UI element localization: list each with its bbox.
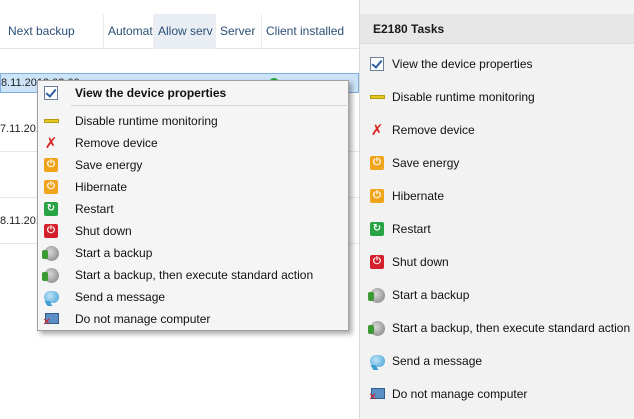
menu-item-label: Save energy [75,158,143,172]
task-remove-device[interactable]: ✗ Remove device [369,120,475,140]
power-red-icon: ⏻ [369,254,385,270]
power-orange-icon: ⏻ [369,188,385,204]
task-start-backup[interactable]: Start a backup [367,285,470,305]
no-manage-icon [43,311,59,328]
menu-item-send-message[interactable]: Send a message [38,286,348,308]
menu-item-remove-device[interactable]: ✗ Remove device [38,132,348,154]
yellow-bar-icon [369,89,385,105]
task-do-not-manage[interactable]: Do not manage computer [369,384,528,404]
menu-item-view-properties[interactable]: View the device properties [38,82,348,104]
task-view-properties[interactable]: View the device properties [369,54,533,74]
menu-item-do-not-manage[interactable]: Do not manage computer [38,308,348,330]
task-label: Start a backup [392,288,470,302]
task-save-energy[interactable]: ⏻ Save energy [369,153,459,173]
task-label: Hibernate [392,189,445,203]
task-label: Send a message [392,354,483,368]
menu-item-label: Start a backup, then execute standard ac… [75,268,314,282]
menu-item-save-energy[interactable]: ⏻ Save energy [38,154,348,176]
task-disable-monitoring[interactable]: Disable runtime monitoring [369,87,535,107]
menu-item-label: View the device properties [75,86,227,100]
column-allow-server[interactable]: Allow serv [154,14,216,49]
grid-header: Next backup Automat Allow serv Server Cl… [0,14,359,49]
checkbox-icon [43,85,59,101]
task-label: Save energy [392,156,460,170]
menu-item-label: Remove device [75,136,158,150]
menu-item-shut-down[interactable]: ⏻ Shut down [38,220,348,242]
task-label: Restart [392,222,431,236]
panel-title: E2180 Tasks [360,14,634,44]
task-hibernate[interactable]: ⏻ Hibernate [369,186,444,206]
menu-item-label: Restart [75,202,114,216]
task-label: Start a backup, then execute standard ac… [392,321,631,335]
menu-item-start-backup-then-action[interactable]: Start a backup, then execute standard ac… [38,264,348,286]
checkbox-icon [369,56,385,72]
restart-green-icon: ↻ [43,201,59,217]
menu-item-disable-monitoring[interactable]: Disable runtime monitoring [38,110,348,132]
message-icon [369,353,385,369]
column-automatic[interactable]: Automat [104,14,154,49]
menu-item-hibernate[interactable]: ⏻ Hibernate [38,176,348,198]
power-orange-icon: ⏻ [43,157,59,173]
power-orange-icon: ⏻ [43,179,59,195]
task-label: Disable runtime monitoring [392,90,535,104]
column-server[interactable]: Server [216,14,262,49]
backup-icon [367,287,385,303]
menu-item-label: Send a message [75,290,166,304]
menu-item-label: Disable runtime monitoring [75,114,218,128]
context-menu: View the device properties Disable runti… [37,80,349,331]
task-send-message[interactable]: Send a message [369,351,482,371]
red-x-icon: ✗ [44,134,58,152]
menu-separator [71,105,347,106]
backup-icon [367,320,385,336]
task-shut-down[interactable]: ⏻ Shut down [369,252,449,272]
red-x-icon: ✗ [370,121,384,139]
task-label: Do not manage computer [392,387,528,401]
restart-green-icon: ↻ [369,221,385,237]
menu-item-restart[interactable]: ↻ Restart [38,198,348,220]
yellow-bar-icon [43,113,59,129]
menu-item-label: Hibernate [75,180,128,194]
no-manage-icon [369,386,385,403]
power-orange-icon: ⏻ [369,155,385,171]
message-icon [43,289,59,305]
task-label: Shut down [392,255,449,269]
menu-item-label: Start a backup [75,246,153,260]
tasks-panel: E2180 Tasks View the device properties D… [359,0,634,419]
task-start-backup-then-action[interactable]: Start a backup, then execute standard ac… [367,318,631,338]
task-label: Remove device [392,123,475,137]
power-red-icon: ⏻ [43,223,59,239]
column-next-backup[interactable]: Next backup [4,14,104,49]
backup-icon [41,245,59,261]
menu-item-label: Shut down [75,224,132,238]
backup-icon [41,267,59,283]
task-label: View the device properties [392,57,533,71]
menu-item-label: Do not manage computer [75,312,211,326]
task-restart[interactable]: ↻ Restart [369,219,431,239]
column-client-installed[interactable]: Client installed [262,14,359,49]
menu-item-start-backup[interactable]: Start a backup [38,242,348,264]
